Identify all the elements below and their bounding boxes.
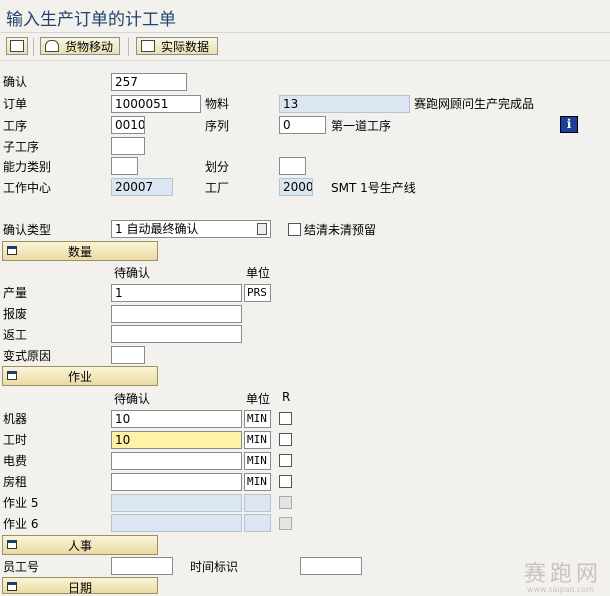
- overview-button[interactable]: [6, 37, 28, 55]
- activity-unit-field[interactable]: MIN: [244, 410, 271, 428]
- page-title: 输入生产订单的计工单: [6, 10, 176, 30]
- activity-label: 作业 6: [3, 517, 39, 531]
- activity-unit-field[interactable]: MIN: [244, 473, 271, 491]
- activity-value-field[interactable]: 10: [111, 410, 242, 428]
- material-field: 13: [279, 95, 410, 113]
- activity-col-to-confirm: 待确认: [114, 392, 151, 406]
- confirmation-field[interactable]: 257: [111, 73, 187, 91]
- scrap-label: 报废: [3, 307, 28, 321]
- confirmation-label: 确认: [3, 75, 28, 89]
- sub-operation-label: 子工序: [3, 140, 40, 154]
- personnel-number-field[interactable]: [111, 557, 173, 575]
- time-id-label: 时间标识: [190, 560, 239, 574]
- goods-movement-button[interactable]: 货物移动: [40, 37, 120, 55]
- rework-field[interactable]: [111, 325, 242, 343]
- quantity-col-to-confirm: 待确认: [114, 266, 151, 280]
- sequence-label: 序列: [205, 119, 230, 133]
- sequence-description: 第一道工序: [331, 119, 392, 133]
- quantity-col-unit: 单位: [246, 266, 271, 280]
- data-icon: [141, 40, 155, 52]
- order-label: 订单: [3, 97, 28, 111]
- activity-unit-field[interactable]: MIN: [244, 431, 271, 449]
- rework-label: 返工: [3, 328, 28, 342]
- goods-movement-label: 货物移动: [65, 39, 114, 54]
- activity-value-field: [111, 514, 242, 532]
- split-label: 划分: [205, 160, 230, 174]
- dropdown-icon[interactable]: [257, 223, 267, 235]
- activity-label: 机器: [3, 412, 28, 426]
- variance-reason-label: 变式原因: [3, 349, 52, 363]
- work-center-field: 20007: [111, 178, 173, 196]
- activity-value-field: [111, 494, 242, 512]
- split-field[interactable]: [279, 157, 306, 175]
- order-field[interactable]: 1000051: [111, 95, 201, 113]
- actual-data-button[interactable]: 实际数据: [136, 37, 218, 55]
- info-icon[interactable]: i: [560, 116, 578, 133]
- dates-section-title: 日期: [67, 581, 92, 595]
- activity-label: 作业 5: [3, 496, 39, 510]
- confirmation-type-value: 1 自动最终确认: [115, 222, 199, 236]
- window-title-bar: 输入生产订单的计工单: [0, 0, 610, 33]
- activities-section-title: 作业: [67, 370, 92, 384]
- overview-icon: [10, 40, 24, 52]
- yield-label: 产量: [3, 286, 28, 300]
- yield-unit-field[interactable]: PRS: [244, 284, 271, 302]
- watermark: 赛跑网: [523, 562, 602, 587]
- activity-label: 工时: [3, 433, 28, 447]
- activity-col-unit: 单位: [246, 392, 271, 406]
- confirmation-type-dropdown[interactable]: 1 自动最终确认: [111, 220, 271, 238]
- personnel-section-button[interactable]: 人事: [2, 535, 158, 555]
- operation-field[interactable]: 0010: [111, 116, 145, 134]
- person-icon: [45, 40, 59, 52]
- activity-unit-field: [244, 494, 271, 512]
- personnel-section-title: 人事: [67, 539, 92, 553]
- activity-r-checkbox[interactable]: [279, 454, 292, 467]
- material-description: 赛跑网顾问生产完成品: [414, 97, 535, 111]
- dates-section-button[interactable]: 日期: [2, 577, 158, 595]
- watermark-url: www.saipao.com: [526, 585, 594, 594]
- personnel-number-label: 员工号: [3, 560, 40, 574]
- activities-section-button[interactable]: 作业: [2, 366, 158, 386]
- activity-r-checkbox: [279, 517, 292, 530]
- time-id-field[interactable]: [300, 557, 362, 575]
- confirmation-type-label: 确认类型: [3, 223, 52, 237]
- actual-data-label: 实际数据: [161, 39, 210, 54]
- application-toolbar: 货物移动 实际数据: [0, 34, 610, 61]
- activity-unit-field[interactable]: MIN: [244, 452, 271, 470]
- plant-label: 工厂: [205, 181, 230, 195]
- activity-r-checkbox[interactable]: [279, 475, 292, 488]
- clear-reservations-label: 结清未清预留: [304, 223, 377, 237]
- activity-r-checkbox: [279, 496, 292, 509]
- toolbar-separator: [128, 38, 129, 56]
- activity-value-field[interactable]: 10: [111, 431, 242, 449]
- sequence-field[interactable]: 0: [279, 116, 326, 134]
- material-label: 物料: [205, 97, 230, 111]
- capacity-category-field[interactable]: [111, 157, 138, 175]
- activity-label: 电费: [3, 454, 28, 468]
- quantities-section-button[interactable]: 数量: [2, 241, 158, 261]
- plant-field: 2000: [279, 178, 313, 196]
- activity-r-checkbox[interactable]: [279, 412, 292, 425]
- activity-value-field[interactable]: [111, 473, 242, 491]
- yield-field[interactable]: 1: [111, 284, 242, 302]
- activity-label: 房租: [3, 475, 28, 489]
- work-center-label: 工作中心: [3, 181, 52, 195]
- operation-label: 工序: [3, 119, 28, 133]
- plant-description: SMT 1号生产线: [331, 181, 416, 195]
- clear-reservations-checkbox[interactable]: [288, 223, 301, 236]
- sub-operation-field[interactable]: [111, 137, 145, 155]
- activity-value-field[interactable]: [111, 452, 242, 470]
- variance-reason-field[interactable]: [111, 346, 145, 364]
- toolbar-separator: [33, 38, 34, 56]
- activity-col-r: R: [282, 390, 291, 404]
- activity-r-checkbox[interactable]: [279, 433, 292, 446]
- activity-unit-field: [244, 514, 271, 532]
- scrap-field[interactable]: [111, 305, 242, 323]
- quantities-section-title: 数量: [67, 245, 92, 259]
- capacity-category-label: 能力类别: [3, 160, 52, 174]
